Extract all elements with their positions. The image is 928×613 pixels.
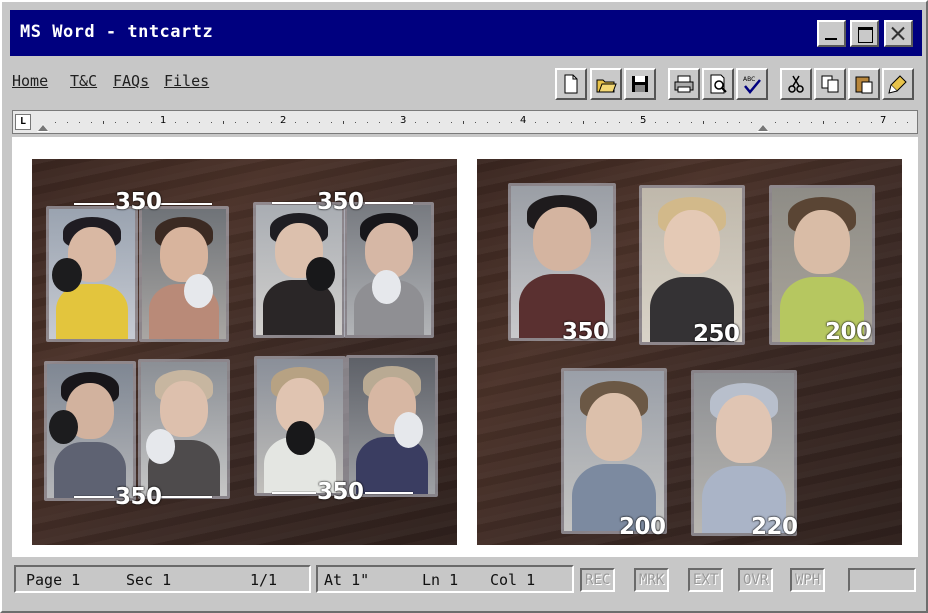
status-at: At 1" (324, 571, 370, 589)
menu-terms[interactable]: T&C (70, 72, 97, 90)
price-label: 350 (562, 319, 609, 345)
cut-button[interactable] (780, 68, 812, 100)
photocard (253, 202, 345, 338)
tab-stop-selector[interactable]: L (15, 114, 31, 130)
print-button[interactable] (668, 68, 700, 100)
close-button[interactable] (884, 20, 913, 47)
price-label: 350 (115, 189, 162, 215)
status-flag-ext[interactable]: EXT (688, 568, 724, 592)
status-empty-cell (848, 568, 916, 592)
format-painter-button[interactable] (882, 68, 914, 100)
open-folder-icon (596, 79, 617, 93)
clipboard-icon (855, 76, 873, 94)
photocard (139, 206, 229, 342)
copy-icon (821, 75, 839, 93)
app-window: MS Word - tntcartz Home T&C FAQs Files A… (0, 0, 928, 613)
save-button[interactable] (624, 68, 656, 100)
paste-button[interactable] (848, 68, 880, 100)
price-label: 350 (115, 484, 162, 510)
document-page: 350 350 350 350 350 250 200 200 220 (12, 137, 918, 557)
menu-home[interactable]: Home (12, 72, 48, 90)
menu-files[interactable]: Files (164, 72, 209, 90)
price-line (160, 496, 212, 498)
price-label: 350 (317, 189, 364, 215)
photocard (344, 202, 434, 338)
right-indent-marker[interactable] (757, 124, 769, 132)
photocard (44, 361, 136, 501)
photocard (46, 206, 138, 342)
copy-button[interactable] (814, 68, 846, 100)
print-preview-button[interactable] (702, 68, 734, 100)
ruler-number: 7 (880, 115, 887, 126)
status-section: Sec 1 (126, 571, 172, 589)
status-flag-wph[interactable]: WPH (790, 568, 826, 592)
status-flag-rec[interactable]: REC (580, 568, 616, 592)
ruler-track: 1 2 3 4 5 7 (37, 115, 913, 132)
photocard (254, 356, 346, 496)
price-line (160, 203, 212, 205)
spell-check-icon: ABC (743, 76, 761, 94)
ruler: L 1 2 3 4 5 7 (12, 110, 918, 134)
ruler-number: 2 (280, 115, 287, 126)
title-bar: MS Word - tntcartz (10, 10, 922, 56)
status-line: Ln 1 (422, 571, 459, 589)
open-button[interactable] (590, 68, 622, 100)
menu-faqs[interactable]: FAQs (113, 72, 149, 90)
photo-left-price-sheet: 350 350 350 350 (32, 159, 457, 545)
ruler-number: 3 (400, 115, 407, 126)
save-disk-icon (632, 76, 648, 92)
status-page-count: 1/1 (250, 571, 278, 589)
price-label: 250 (693, 321, 740, 347)
scissors-icon (788, 75, 804, 93)
print-preview-icon (710, 74, 727, 94)
photocard (138, 359, 230, 499)
status-page: Page 1 (26, 571, 81, 589)
price-line (365, 492, 413, 494)
spell-check-button[interactable]: ABC (736, 68, 768, 100)
window-title: MS Word - tntcartz (20, 22, 214, 42)
new-document-icon (564, 74, 578, 94)
status-flag-ovr[interactable]: OVR (738, 568, 774, 592)
status-flag-mrk[interactable]: MRK (634, 568, 670, 592)
price-label: 350 (317, 479, 364, 505)
price-label: 200 (825, 319, 872, 345)
status-section-page: Page 1 Sec 1 1/1 (14, 565, 311, 593)
photocard (508, 183, 616, 341)
price-label: 200 (619, 514, 666, 540)
left-indent-marker[interactable] (37, 124, 49, 132)
maximize-button[interactable] (850, 20, 879, 47)
photocard (561, 368, 667, 534)
format-painter-icon (888, 75, 907, 94)
minimize-button[interactable] (817, 20, 846, 47)
status-bar: Page 1 Sec 1 1/1 At 1" Ln 1 Col 1 REC MR… (14, 565, 918, 595)
price-line (272, 492, 316, 494)
price-label: 220 (751, 514, 798, 540)
photocard (346, 355, 438, 497)
price-line (74, 203, 114, 205)
status-column: Col 1 (490, 571, 536, 589)
svg-text:ABC: ABC (743, 76, 755, 83)
status-section-position: At 1" Ln 1 Col 1 (316, 565, 574, 593)
printer-icon (674, 75, 694, 93)
photo-right-price-sheet: 350 250 200 200 220 (477, 159, 902, 545)
photocard (691, 370, 797, 536)
ruler-number: 5 (640, 115, 647, 126)
new-document-button[interactable] (555, 68, 587, 100)
price-line (365, 202, 413, 204)
price-line (272, 202, 316, 204)
ruler-number: 1 (160, 115, 167, 126)
ruler-number: 4 (520, 115, 527, 126)
price-line (74, 496, 114, 498)
